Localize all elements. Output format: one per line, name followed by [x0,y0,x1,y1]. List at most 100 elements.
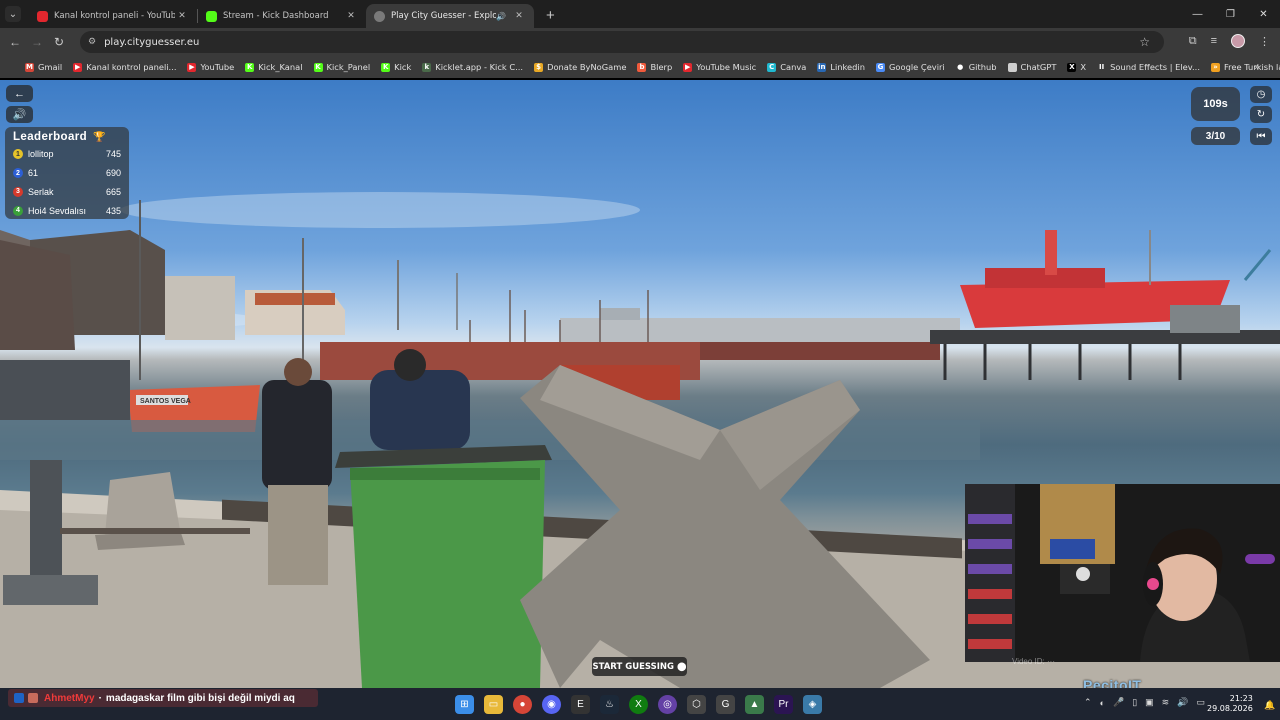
timer-display: 109s [1191,87,1240,121]
bookmark-label: X [1080,62,1087,72]
media-control-icon[interactable]: ≡ [1211,35,1217,47]
system-clock[interactable]: 21:23 29.08.2026 [1207,694,1253,714]
chat-separator: · [98,692,102,704]
tab-search-button[interactable]: ⌄ [5,6,21,22]
obs-icon[interactable]: ◎ [658,695,677,714]
close-window-button[interactable]: ✕ [1247,0,1280,28]
map-pin-icon: ⬤ [677,661,687,672]
leaderboard-title: Leaderboard 🏆 [13,129,121,145]
tray-app-icon[interactable]: ▯ [1132,697,1137,708]
rank-badge: 1 [13,149,23,160]
bookmark-0[interactable]: M Gmail [25,62,62,72]
new-tab-button[interactable]: + [546,7,555,24]
bookmark-14[interactable]: ✱ ChatGPT [1007,62,1056,72]
bookmark-15[interactable]: XX [1067,62,1086,72]
site-info-icon[interactable]: ⚙ [88,37,96,47]
github-icon: ● [957,62,964,71]
start-guessing-button[interactable]: START GUESSING ⬤ [592,657,687,676]
bookmark-5[interactable]: K Kick [381,62,411,72]
reset-view-button[interactable]: ↻ [1250,106,1272,123]
return-start-button[interactable]: ⏮ [1250,128,1272,145]
wifi-icon[interactable]: ≋ [1162,697,1170,708]
close-icon[interactable]: ✕ [512,11,526,21]
back-button[interactable]: ← [4,35,26,49]
bookmark-label: Free Turkish langua... [1223,62,1280,72]
timer-toggle-button[interactable]: ◷ [1250,86,1272,103]
menu-icon[interactable]: ⋮ [1259,35,1270,48]
notification-bell-icon[interactable]: 🔔 [1264,700,1275,711]
bookmark-8[interactable]: b Blerp [637,62,672,72]
close-icon[interactable]: ✕ [344,11,358,21]
tab-youtube[interactable]: Kanal kontrol paneli - YouTube ✕ [29,4,197,28]
chatgpt-icon: ✱ [1007,62,1017,72]
bookmark-label: Kick [394,62,412,72]
sound-toggle-button[interactable]: 🔊 [6,106,33,123]
round-counter: 3/10 [1191,127,1240,145]
bookmark-label: Google Çeviri [889,62,945,72]
forward-button[interactable]: → [26,35,48,49]
address-bar[interactable]: ⚙ play.cityguesser.eu ☆ [80,31,1164,53]
leaderboard-row: 2 61 690 [13,164,121,183]
bookmark-9[interactable]: ▶ YouTube Music [683,62,756,72]
bookmark-4[interactable]: K Kick_Panel [313,62,370,72]
bookmarks-overflow-icon[interactable]: » [1254,62,1260,73]
chrome-icon[interactable]: ● [513,695,532,714]
rank-badge: 3 [13,186,23,197]
youtube-music-icon: ▶ [683,62,693,72]
kick-icon [206,10,217,22]
street-view-panorama[interactable]: SANTOS VEGA [0,80,1280,688]
windows-start-icon[interactable]: ⊞ [455,695,474,714]
app-icon[interactable]: ▲ [745,695,764,714]
youtube-icon: ▶ [73,62,83,72]
youtube-icon [37,10,48,22]
file-explorer-icon[interactable]: ▭ [484,695,503,714]
microphone-icon[interactable]: 🎤 [1113,697,1124,708]
bookmark-12[interactable]: G Google Çeviri [876,62,945,72]
close-icon[interactable]: ✕ [175,11,189,21]
bookmark-label: Canva [780,62,807,72]
epic-games-icon[interactable]: E [571,695,590,714]
app-icon[interactable]: ⬡ [687,695,706,714]
bookmark-17[interactable]: »Free Turkish langua... [1210,62,1280,72]
bookmark-10[interactable]: C Canva [767,62,806,72]
premiere-icon[interactable]: Pr [774,695,793,714]
bookmark-label: Blerp [650,62,673,72]
toolbar-right: ⧉ ≡ ⋮ [1189,34,1270,48]
video-id-watermark: Video ID: ··· [1012,657,1055,666]
steam-icon[interactable]: ♨ [600,695,619,714]
tab-cityguesser[interactable]: Play City Guesser - Explore 🔊 ✕ [366,4,534,28]
network-app-icon[interactable]: ◐ [1100,698,1105,708]
bookmark-2[interactable]: ▶ YouTube [187,62,234,72]
player-score: 690 [105,168,121,179]
app-icon[interactable]: G [716,695,735,714]
minimize-button[interactable]: — [1181,0,1214,28]
bookmark-7[interactable]: $ Donate ByNoGame [534,62,626,72]
battery-icon[interactable]: ▭ [1196,697,1205,708]
restore-button[interactable]: ❐ [1214,0,1247,28]
bookmark-label: Donate ByNoGame [547,62,627,72]
bookmark-13[interactable]: ● Github [956,62,996,72]
bookmark-6[interactable]: k Kicklet.app - Kick C... [422,62,523,72]
chevron-up-icon[interactable]: ⌃ [1084,697,1092,708]
bookmark-11[interactable]: in Linkedin [817,62,865,72]
extensions-icon[interactable]: ⧉ [1189,35,1197,48]
bookmark-star-icon[interactable]: ☆ [1139,35,1150,49]
reload-button[interactable]: ↻ [48,35,70,49]
xbox-icon[interactable]: X [629,695,648,714]
tab-kick[interactable]: Stream - Kick Dashboard ✕ [198,4,366,28]
app-icon[interactable]: ◈ [803,695,822,714]
speaker-icon[interactable]: 🔊 [496,12,506,21]
volume-icon[interactable]: 🔊 [1177,697,1188,708]
back-arrow-button[interactable]: ← [6,85,33,102]
bookmark-1[interactable]: ▶ Kanal kontrol paneli... [73,62,176,72]
profile-avatar[interactable] [1231,34,1245,48]
discord-icon[interactable]: ◉ [542,695,561,714]
tray-app-icon[interactable]: ▣ [1145,697,1154,708]
elevenlabs-icon: II [1098,62,1105,71]
bookmark-16[interactable]: II Sound Effects | Elev... [1097,62,1200,72]
bookmark-3[interactable]: K Kick_Kanal [245,62,303,72]
kick-icon: K [245,62,255,72]
leaderboard-panel: Leaderboard 🏆 1 lollitop 745 2 61 690 3 Serlak 6… [5,127,129,219]
player-name: Serlak [28,186,54,197]
browser-toolbar: ← → ↻ ⚙ play.cityguesser.eu ☆ ⧉ ≡ ⋮ [0,28,1280,56]
